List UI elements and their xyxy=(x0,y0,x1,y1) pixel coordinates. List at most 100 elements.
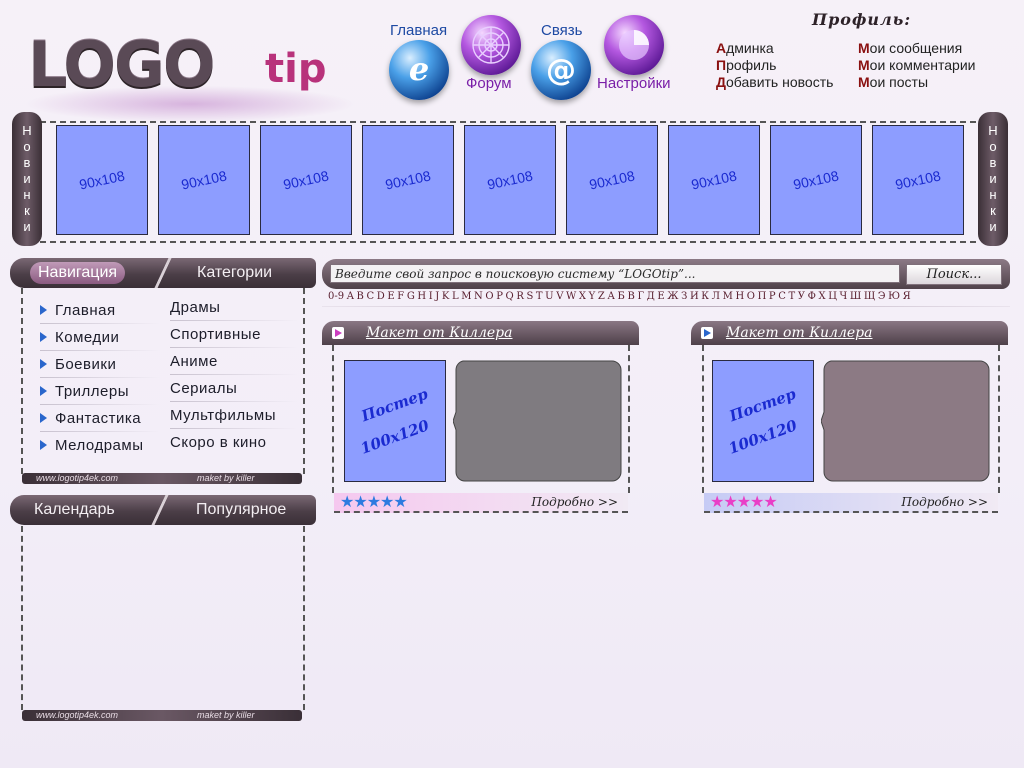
alpha-link[interactable]: Э xyxy=(878,291,886,302)
tab-categories[interactable]: Категории xyxy=(197,264,272,282)
alpha-link[interactable]: E xyxy=(387,291,394,302)
alpha-link[interactable]: O xyxy=(485,291,493,302)
new-release-thumb[interactable]: 90x108 xyxy=(872,125,964,235)
alpha-link[interactable]: М xyxy=(723,291,733,302)
alpha-link[interactable]: О xyxy=(747,291,755,302)
news-card-title[interactable]: Макет от Киллера xyxy=(726,325,872,341)
new-release-thumb[interactable]: 90x108 xyxy=(260,125,352,235)
alpha-link[interactable]: Ж xyxy=(667,291,678,302)
alpha-link[interactable]: С xyxy=(778,291,786,302)
alpha-link[interactable]: Н xyxy=(735,291,744,302)
alpha-link[interactable]: R xyxy=(516,291,524,302)
alpha-link[interactable]: Ю xyxy=(888,291,900,302)
alpha-link[interactable]: Г xyxy=(637,291,644,302)
nav-link-scifi[interactable]: Фантастика xyxy=(40,408,160,428)
email-at-icon[interactable]: @ xyxy=(531,40,591,100)
site-logo[interactable]: LOGO tip xyxy=(10,30,370,124)
internet-explorer-icon[interactable]: e xyxy=(389,40,449,100)
alpha-link[interactable]: Д xyxy=(647,291,655,302)
alpha-link[interactable]: S xyxy=(526,291,533,302)
alpha-link[interactable]: Ш xyxy=(850,291,861,302)
alpha-link[interactable]: U xyxy=(545,291,553,302)
alpha-link[interactable]: F xyxy=(397,291,404,302)
alpha-link[interactable]: Т xyxy=(788,291,795,302)
alpha-link[interactable]: Y xyxy=(589,291,596,302)
alpha-link[interactable]: Щ xyxy=(864,291,875,302)
alpha-link[interactable]: К xyxy=(701,291,709,302)
alpha-link[interactable]: Р xyxy=(769,291,776,302)
tab-navigation[interactable]: Навигация xyxy=(30,262,126,284)
alpha-link[interactable]: J xyxy=(435,291,439,302)
profile-link-profile[interactable]: Профиль xyxy=(716,57,833,74)
rating-stars[interactable]: ★★★★★ xyxy=(710,492,778,512)
alpha-link[interactable]: Е xyxy=(657,291,664,302)
alpha-link[interactable]: З xyxy=(681,291,687,302)
alpha-link[interactable]: H xyxy=(417,291,426,302)
profile-link-admin[interactable]: Админка xyxy=(716,40,833,57)
news-card-poster[interactable]: Постер 100x120 xyxy=(344,360,446,482)
alpha-link[interactable]: Ц xyxy=(828,291,837,302)
news-card-poster[interactable]: Постер 100x120 xyxy=(712,360,814,482)
new-release-thumb[interactable]: 90x108 xyxy=(56,125,148,235)
nav-link-sport[interactable]: Спортивные xyxy=(170,324,298,344)
alpha-link[interactable]: Ч xyxy=(840,291,848,302)
alpha-link[interactable]: D xyxy=(377,291,385,302)
alpha-link[interactable]: Х xyxy=(818,291,825,302)
new-release-thumb[interactable]: 90x108 xyxy=(362,125,454,235)
new-release-thumb[interactable]: 90x108 xyxy=(464,125,556,235)
alpha-link[interactable]: W xyxy=(566,291,576,302)
search-input[interactable]: Введите свой запрос в поисковую систему … xyxy=(330,264,900,283)
read-more-link[interactable]: Подробно >> xyxy=(901,495,988,509)
alpha-link[interactable]: А xyxy=(607,291,615,302)
alpha-link[interactable]: Я xyxy=(903,291,911,302)
profile-link-posts[interactable]: Мои посты xyxy=(858,74,975,91)
spider-web-icon[interactable] xyxy=(461,15,521,75)
tab-calendar[interactable]: Календарь xyxy=(34,501,115,519)
alpha-link[interactable]: L xyxy=(452,291,459,302)
footer-site-url[interactable]: www.logotip4ek.com xyxy=(36,473,118,483)
nav-link-action[interactable]: Боевики xyxy=(40,354,160,374)
news-card-title[interactable]: Макет от Киллера xyxy=(366,325,512,341)
alpha-link[interactable]: Q xyxy=(506,291,514,302)
nav-link-coming-soon[interactable]: Скоро в кино xyxy=(170,432,298,452)
alpha-link[interactable]: Б xyxy=(618,291,625,302)
new-release-thumb[interactable]: 90x108 xyxy=(158,125,250,235)
alpha-link[interactable]: P xyxy=(496,291,503,302)
nav-home-label[interactable]: Главная xyxy=(390,22,447,39)
nav-link-thriller[interactable]: Триллеры xyxy=(40,381,160,401)
settings-orb-icon[interactable] xyxy=(604,15,664,75)
profile-link-add-news[interactable]: Добавить новость xyxy=(716,74,833,91)
nav-link-main[interactable]: Главная xyxy=(40,300,160,320)
rating-stars[interactable]: ★★★★★ xyxy=(340,492,408,512)
alpha-link[interactable]: Л xyxy=(712,291,720,302)
nav-link-cartoons[interactable]: Мультфильмы xyxy=(170,405,298,425)
alpha-link[interactable]: Ф xyxy=(808,291,816,302)
alpha-link[interactable]: I xyxy=(429,291,433,302)
profile-link-comments[interactable]: Мои комментарии xyxy=(858,57,975,74)
alpha-link[interactable]: A xyxy=(347,291,354,302)
alpha-link[interactable]: G xyxy=(407,291,415,302)
tab-popular[interactable]: Популярное xyxy=(196,501,286,519)
alpha-link[interactable]: K xyxy=(442,291,449,302)
nav-link-anime[interactable]: Аниме xyxy=(170,351,298,371)
footer-site-url[interactable]: www.logotip4ek.com xyxy=(36,710,118,720)
new-release-thumb[interactable]: 90x108 xyxy=(770,125,862,235)
alpha-link[interactable]: N xyxy=(474,291,483,302)
nav-link-melodrama[interactable]: Мелодрамы xyxy=(40,435,160,455)
search-button[interactable]: Поиск... xyxy=(906,264,1002,285)
alpha-link[interactable]: M xyxy=(461,291,471,302)
alpha-link[interactable]: Z xyxy=(598,291,605,302)
alpha-link[interactable]: V xyxy=(556,291,563,302)
alpha-link[interactable]: И xyxy=(690,291,699,302)
alpha-link[interactable]: П xyxy=(758,291,767,302)
alpha-link[interactable]: T xyxy=(536,291,543,302)
alpha-link[interactable]: X xyxy=(579,291,586,302)
nav-link-drama[interactable]: Драмы xyxy=(170,297,298,317)
profile-link-messages[interactable]: Мои сообщения xyxy=(858,40,975,57)
read-more-link[interactable]: Подробно >> xyxy=(531,495,618,509)
nav-link-series[interactable]: Сериалы xyxy=(170,378,298,398)
new-release-thumb[interactable]: 90x108 xyxy=(566,125,658,235)
new-release-thumb[interactable]: 90x108 xyxy=(668,125,760,235)
nav-contact-label[interactable]: Связь xyxy=(541,22,582,39)
nav-forum-label[interactable]: Форум xyxy=(466,75,512,92)
